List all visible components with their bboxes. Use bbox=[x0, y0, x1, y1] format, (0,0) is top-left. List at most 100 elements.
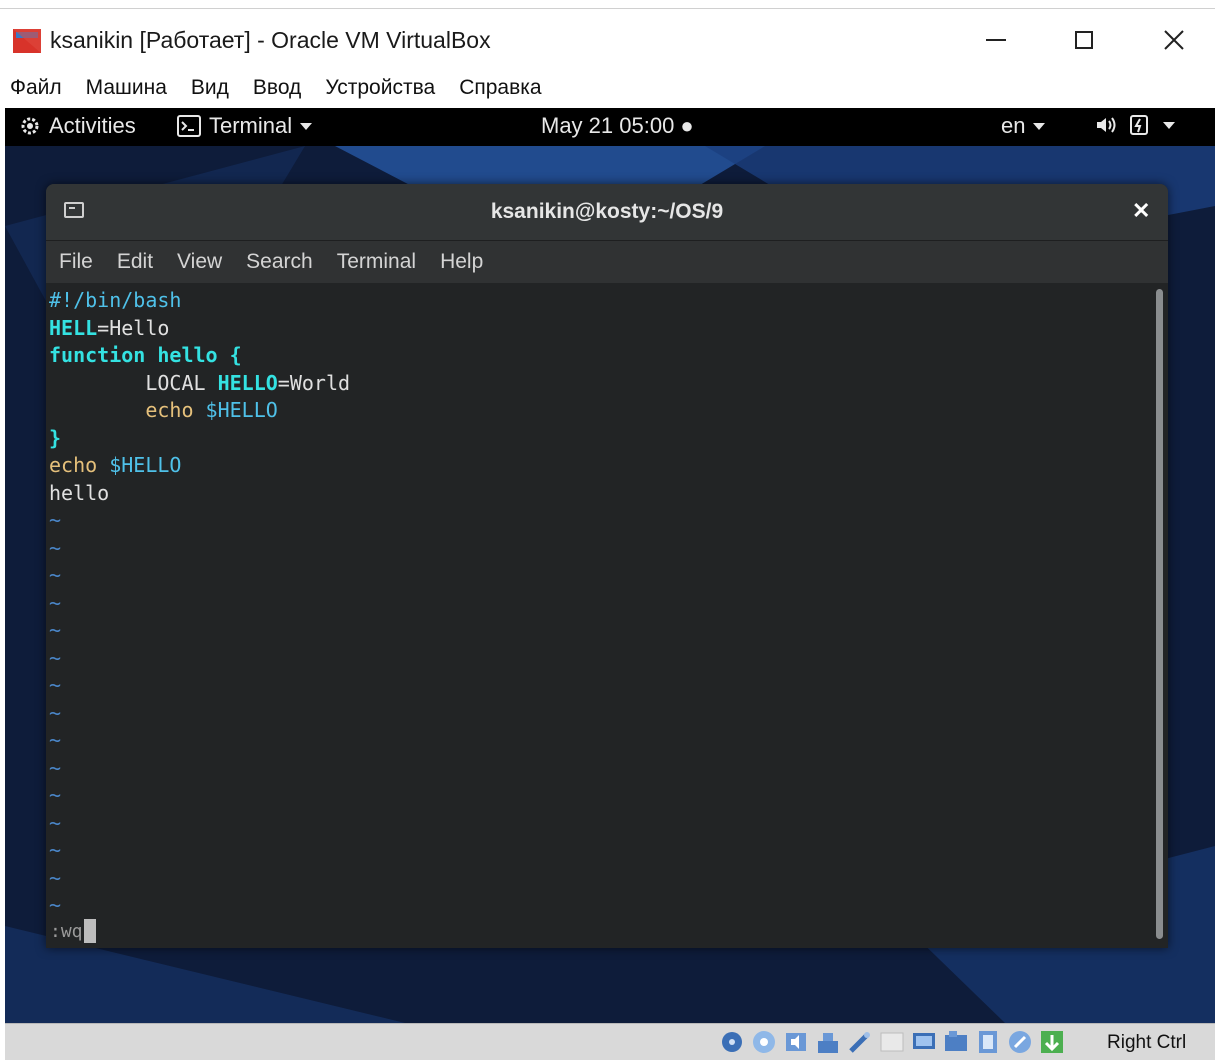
empty-line-marker: ~ bbox=[49, 645, 62, 670]
code-token: $HELLO bbox=[205, 398, 278, 422]
code-token: LOCAL bbox=[49, 370, 218, 395]
terminal-window[interactable]: ksanikin@kosty:~/OS/9 ✕ File Edit View S… bbox=[46, 184, 1168, 948]
empty-line-marker: ~ bbox=[49, 838, 62, 862]
shared-folders-icon[interactable] bbox=[879, 1029, 905, 1055]
code-token: } bbox=[49, 425, 62, 450]
terminal-title: ksanikin@kosty:~/OS/9 bbox=[490, 200, 724, 223]
virtualbox-menubar: Файл Машина Вид Ввод Устройства Справка bbox=[0, 70, 1215, 106]
empty-line-marker: ~ bbox=[49, 893, 62, 917]
input-language-menu[interactable]: en bbox=[1001, 113, 1046, 139]
terminal-app-icon bbox=[177, 115, 201, 137]
gnome-top-bar: Activities Terminal May 21 05:00 ● en bbox=[5, 108, 1215, 146]
usb-icon[interactable] bbox=[847, 1029, 873, 1055]
empty-line-marker: ~ bbox=[49, 563, 62, 587]
top-divider bbox=[0, 8, 1215, 9]
empty-line-marker: ~ bbox=[49, 700, 62, 725]
terminal-menu-help[interactable]: Help bbox=[440, 250, 483, 274]
maximize-button[interactable] bbox=[1054, 22, 1114, 58]
empty-line-marker: ~ bbox=[49, 618, 62, 642]
volume-icon bbox=[1097, 117, 1116, 133]
empty-line-marker: ~ bbox=[49, 673, 62, 697]
code-token: echo bbox=[49, 453, 110, 477]
vim-buffer[interactable]: #!/bin/bash HELL=Hello function hello { LO… bbox=[49, 287, 350, 920]
virtualbox-logo-icon bbox=[13, 29, 41, 53]
cpu-icon[interactable] bbox=[975, 1029, 1001, 1055]
terminal-close-button[interactable]: ✕ bbox=[1132, 198, 1150, 224]
empty-line-marker: ~ bbox=[49, 508, 62, 532]
close-window-button[interactable] bbox=[1144, 22, 1204, 58]
minimize-icon bbox=[986, 39, 1006, 41]
code-token: $HELLO bbox=[109, 453, 182, 477]
window-title: ksanikin [Работает] - Oracle VM VirtualB… bbox=[50, 27, 491, 53]
code-token: hello bbox=[49, 480, 110, 505]
empty-line-marker: ~ bbox=[49, 728, 62, 752]
minimize-button[interactable] bbox=[966, 22, 1026, 58]
virtualbox-statusbar: Right Ctrl bbox=[5, 1023, 1215, 1060]
code-token: HELLO bbox=[217, 370, 278, 395]
code-token: =Hello bbox=[97, 315, 170, 340]
chevron-down-icon bbox=[300, 122, 313, 130]
activities-label: Activities bbox=[49, 113, 136, 138]
terminal-content[interactable]: #!/bin/bash HELL=Hello function hello { LO… bbox=[46, 283, 1168, 948]
vim-command-line[interactable]: :wq bbox=[50, 919, 96, 943]
guest-screen[interactable]: Activities Terminal May 21 05:00 ● en ks… bbox=[5, 108, 1215, 1023]
code-token: HELL bbox=[49, 315, 98, 340]
app-menu[interactable]: Terminal bbox=[177, 113, 313, 139]
terminal-scrollbar[interactable] bbox=[1156, 289, 1163, 939]
menu-devices[interactable]: Устройства bbox=[325, 76, 435, 100]
close-icon bbox=[1164, 30, 1184, 50]
text-cursor bbox=[83, 919, 96, 943]
menu-input[interactable]: Ввод bbox=[253, 76, 301, 100]
empty-line-marker: ~ bbox=[49, 535, 62, 560]
terminal-headerbar[interactable]: ksanikin@kosty:~/OS/9 ✕ bbox=[46, 184, 1168, 241]
code-line: } bbox=[49, 425, 350, 453]
code-line: hello bbox=[49, 480, 350, 508]
host-key-label: Right Ctrl bbox=[1107, 1032, 1187, 1053]
empty-line-marker: ~ bbox=[49, 755, 62, 780]
activities-button[interactable]: Activities bbox=[19, 113, 136, 139]
optical-drive-icon[interactable] bbox=[751, 1029, 777, 1055]
terminal-menu-file[interactable]: File bbox=[59, 250, 93, 274]
host-key-icon[interactable] bbox=[1039, 1029, 1065, 1055]
empty-line-marker: ~ bbox=[49, 783, 62, 807]
code-token: #!/bin/bash bbox=[49, 288, 182, 312]
clock[interactable]: May 21 05:00 ● bbox=[541, 113, 694, 139]
terminal-menu-edit[interactable]: Edit bbox=[117, 250, 153, 274]
device-indicators bbox=[719, 1029, 1065, 1055]
terminal-menu-terminal[interactable]: Terminal bbox=[337, 250, 416, 274]
virtualbox-titlebar: ksanikin [Работает] - Oracle VM VirtualB… bbox=[0, 0, 1215, 68]
code-token: echo bbox=[49, 398, 206, 422]
empty-line-marker: ~ bbox=[49, 590, 62, 615]
menu-file[interactable]: Файл bbox=[10, 76, 62, 100]
code-line: function hello { bbox=[49, 342, 350, 370]
hard-disk-icon[interactable] bbox=[719, 1029, 745, 1055]
mouse-integration-icon[interactable] bbox=[1007, 1029, 1033, 1055]
maximize-icon bbox=[1075, 31, 1093, 49]
terminal-menu-view[interactable]: View bbox=[177, 250, 222, 274]
empty-line-marker: ~ bbox=[49, 865, 62, 890]
code-token: function hello { bbox=[49, 343, 242, 367]
video-capture-icon[interactable] bbox=[943, 1029, 969, 1055]
vim-command-text: :wq bbox=[50, 920, 83, 942]
app-menu-label: Terminal bbox=[209, 113, 293, 138]
chevron-down-icon bbox=[1033, 122, 1046, 130]
code-line: echo $HELLO bbox=[49, 397, 350, 425]
code-line: echo $HELLO bbox=[49, 452, 350, 480]
system-menu[interactable] bbox=[1095, 114, 1175, 136]
chevron-down-icon bbox=[1163, 121, 1175, 129]
empty-line-marker: ~ bbox=[49, 810, 62, 835]
network-icon[interactable] bbox=[815, 1029, 841, 1055]
activities-icon bbox=[21, 117, 39, 135]
power-icon bbox=[1130, 115, 1148, 135]
menu-view[interactable]: Вид bbox=[191, 76, 229, 100]
code-token: =World bbox=[277, 370, 351, 395]
code-line: HELL=Hello bbox=[49, 315, 350, 343]
menu-help[interactable]: Справка bbox=[459, 76, 541, 100]
audio-icon[interactable] bbox=[783, 1029, 809, 1055]
menu-machine[interactable]: Машина bbox=[86, 76, 167, 100]
terminal-menubar: File Edit View Search Terminal Help bbox=[46, 241, 1168, 283]
display-icon[interactable] bbox=[911, 1029, 937, 1055]
language-label: en bbox=[1001, 113, 1026, 138]
terminal-menu-search[interactable]: Search bbox=[246, 250, 313, 274]
code-line: LOCAL HELLO=World bbox=[49, 370, 350, 398]
